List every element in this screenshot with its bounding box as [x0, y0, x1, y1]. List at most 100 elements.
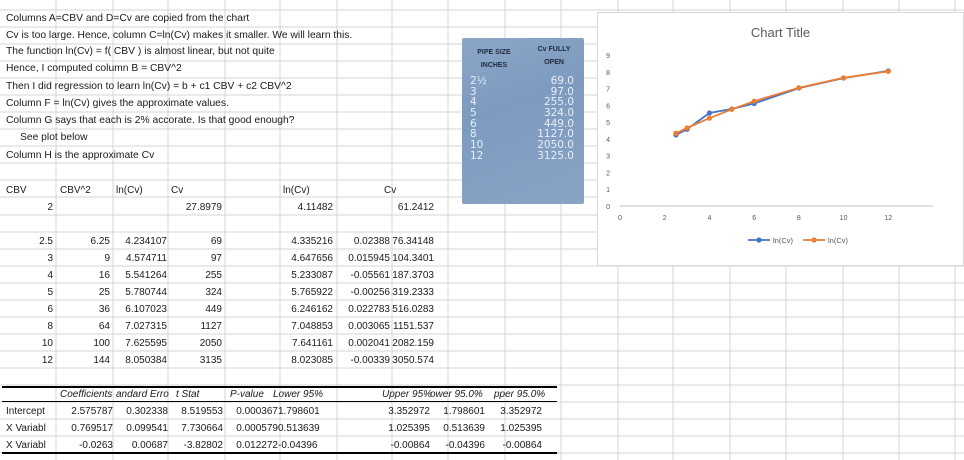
legend-swatch-marker	[756, 237, 762, 243]
regression-header-cell: Coefficients	[60, 389, 113, 400]
y-tick-label: 6	[606, 103, 610, 110]
cell-ln-cv: 7.625595	[125, 338, 167, 349]
cell-cv: 324	[205, 287, 222, 298]
x-tick-label: 4	[707, 215, 711, 222]
regression-header-cell: Lower 95%	[273, 389, 324, 400]
regression-bottom-border	[2, 452, 557, 454]
cell-cv-approx: 516.0283	[392, 304, 434, 315]
cell-cbv-squared: 6.25	[90, 236, 110, 247]
regression-header-cell: t Stat	[176, 389, 200, 400]
regression-cell: 1.798601	[443, 406, 485, 417]
header-ln-cv: ln(Cv)	[116, 185, 143, 196]
regression-cell: -0.0263	[79, 440, 113, 451]
cell-cbv-squared: 64	[98, 321, 110, 332]
legend-swatch-marker	[811, 237, 817, 243]
pipe-size-value: 5	[470, 107, 477, 119]
cell-ln-cv: 7.027315	[125, 321, 167, 332]
cell-cbv: 6	[47, 304, 53, 315]
x-tick-label: 0	[618, 215, 622, 222]
cell-cbv-squared: 9	[104, 253, 110, 264]
x-tick-label: 8	[797, 215, 801, 222]
regression-cell: 1.798601	[278, 406, 320, 417]
legend-label: ln(Cv)	[828, 236, 849, 245]
cell-cv: 27.8979	[185, 202, 222, 213]
cell-cv: 69	[210, 236, 222, 247]
regression-cell: 0.513639	[278, 423, 320, 434]
cell-ln-cv-approx: 7.641161	[292, 338, 333, 349]
pipe-size-value: 2½	[470, 75, 487, 87]
series-2-point	[885, 68, 891, 74]
cell-ln-cv: 5.780744	[125, 287, 167, 298]
cell-ln-cv: 5.541264	[125, 270, 167, 281]
regression-cell: 0.012272	[236, 440, 278, 451]
note-5: Then I did regression to learn ln(Cv) = …	[6, 81, 292, 92]
cell-cv-approx: 2082.159	[392, 338, 434, 349]
regression-cell: 8.519553	[181, 406, 223, 417]
note-9: Column H is the approximate Cv	[6, 150, 155, 161]
cell-cbv-squared: 100	[93, 338, 110, 349]
regression-cell: 0.00687	[131, 440, 168, 451]
cell-cbv-squared: 16	[98, 270, 110, 281]
regression-cell: 3.352972	[388, 406, 430, 417]
series-2-point	[706, 115, 713, 121]
regression-cell: 0.302338	[126, 406, 168, 417]
series-line-2	[675, 70, 889, 135]
cell-cv: 449	[205, 304, 222, 315]
regression-header-cell: pper 95.0%	[494, 389, 546, 400]
x-tick-label: 12	[884, 215, 892, 222]
cell-cv: 97	[210, 253, 222, 264]
cell-ln-cv-approx: 5.765922	[291, 287, 333, 298]
regression-cell: 3.352972	[500, 406, 542, 417]
cell-cv: 2050	[199, 338, 222, 349]
cell-ln-cv-approx: 7.048853	[291, 321, 333, 332]
cell-cbv-squared: 144	[93, 355, 110, 366]
header-cbv-squared: CBV^2	[60, 185, 91, 196]
regression-cell: -0.04396	[278, 440, 318, 451]
regression-cell: 1.025395	[388, 423, 430, 434]
note-1: Columns A=CBV and D=Cv are copied from t…	[6, 13, 250, 24]
cell-ln-cv: 8.050384	[125, 355, 167, 366]
regression-cell: 2.575787	[71, 406, 113, 417]
regression-cell: X Variabl	[6, 423, 46, 434]
cell-cbv-squared: 25	[98, 287, 110, 298]
series-2-point	[840, 75, 847, 81]
header-cv-approx: Cv	[384, 185, 397, 196]
series-2-point	[729, 106, 735, 112]
x-tick-label: 6	[752, 215, 756, 222]
cell-cbv: 12	[41, 355, 53, 366]
cell-ln-cv-approx: 8.023085	[291, 355, 333, 366]
header-cbv: CBV	[6, 185, 27, 196]
x-tick-label: 10	[840, 215, 848, 222]
cell-cbv: 2	[47, 202, 53, 213]
regression-header-cell: P-value	[230, 389, 264, 400]
pipe-cv-value: 69.0	[550, 75, 574, 87]
cell-ln-cv-approx: 4.335216	[291, 236, 333, 247]
cell-error-ratio: 0.022783	[348, 304, 390, 315]
cell-cv-approx: 187.3703	[392, 270, 434, 281]
chart[interactable]: Chart Title 0 1 2 3 4 5 6 7 8 9 0 2 4 6 8 10 12 ln(Cv) ln(…	[597, 12, 964, 266]
regression-header-border	[2, 401, 557, 402]
cell-error-ratio: -0.05561	[350, 270, 390, 281]
cell-ln-cv: 6.107023	[125, 304, 167, 315]
regression-cell: -0.00864	[502, 440, 542, 451]
y-tick-label: 9	[606, 53, 610, 60]
regression-cell: X Variabl	[6, 440, 46, 451]
regression-cell: 7.730664	[181, 423, 223, 434]
y-tick-label: 8	[606, 70, 610, 77]
cell-error-ratio: 0.003065	[348, 321, 390, 332]
cell-error-ratio: 0.02388	[353, 236, 390, 247]
series-2-point	[796, 85, 802, 91]
y-tick-label: 5	[606, 120, 610, 127]
header-cv: Cv	[171, 185, 184, 196]
cell-cv-approx: 3050.574	[392, 355, 434, 366]
cell-cv-approx: 319.2333	[392, 287, 434, 298]
series-2-point	[673, 130, 679, 136]
cell-cv: 255	[205, 270, 222, 281]
pipe-size-image: PIPE SIZE INCHES Cv FULLY OPEN 2½ 69.0 3 97…	[462, 38, 584, 204]
cell-cbv: 3	[47, 253, 53, 264]
cell-cv: 1127	[200, 321, 222, 332]
cell-error-ratio: -0.00256	[350, 287, 390, 298]
note-7: Column G says that each is 2% accorate. …	[6, 115, 295, 126]
cell-ln-cv-approx: 4.647656	[291, 253, 333, 264]
cell-ln-cv-approx: 4.11482	[297, 202, 333, 213]
